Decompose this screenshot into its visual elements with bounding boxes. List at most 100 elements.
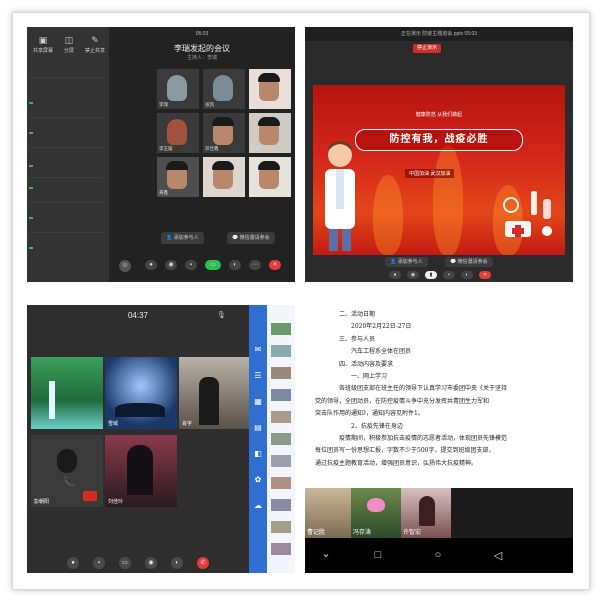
participant-tile[interactable]: 李玉璇: [157, 113, 199, 153]
chat-icon[interactable]: ✉: [252, 345, 264, 355]
chat-icon: 💬: [450, 259, 458, 265]
doc-line: 一、网上学习: [351, 373, 388, 381]
screen-share-icon[interactable]: ▭: [119, 557, 131, 569]
participant-tile[interactable]: 冯存涛: [351, 488, 401, 538]
screen-share-icon[interactable]: ▭: [205, 260, 221, 270]
person-silhouette: [419, 496, 435, 526]
hair: [212, 161, 234, 170]
add-participant-button[interactable]: 👤 添加参与人: [385, 257, 428, 267]
chat-thumbnail[interactable]: [271, 389, 291, 401]
recents-icon[interactable]: □: [371, 549, 385, 561]
mobile-meeting-panel: 04:37 🎙 雪域 肖宇 📞 彭朝阳 刘佳玲 ✉ ☰ ▦ ▤ ◧ ✿ ☁ ● …: [27, 305, 295, 573]
app-side-rail: ✉ ☰ ▦ ▤ ◧ ✿ ☁: [249, 305, 295, 573]
participant-tile[interactable]: 张凯: [203, 69, 245, 109]
participant-tile[interactable]: 刘阳: [203, 157, 245, 197]
folder-icon[interactable]: ▤: [252, 423, 264, 433]
contacts-icon[interactable]: ☰: [252, 371, 264, 381]
hangup-icon[interactable]: ✆: [197, 557, 209, 569]
back-icon[interactable]: ◁: [491, 549, 505, 562]
lotus-flower: [367, 498, 385, 512]
participant-tile[interactable]: 李瑞: [157, 69, 199, 109]
sidebar-divider: [31, 232, 103, 233]
doc-line: 汽车工程系全体在团员: [351, 348, 412, 356]
chat-thumbnail[interactable]: [271, 543, 291, 555]
mic-icon[interactable]: ◉: [165, 260, 177, 270]
participant-tile[interactable]: 陈子良: [249, 69, 291, 109]
participant-tile[interactable]: 📞 彭朝阳: [31, 435, 103, 507]
participant-tile[interactable]: 雪域: [105, 357, 177, 429]
flame-decor: [373, 175, 403, 255]
participant-tile[interactable]: 张宇: [249, 157, 291, 197]
avatar: [167, 75, 187, 101]
stop-presenting-button[interactable]: 停止演示: [413, 44, 442, 53]
participant-tile[interactable]: 黄鑫: [157, 157, 199, 197]
chat-thumbnail[interactable]: [271, 433, 291, 445]
mic-icon[interactable]: ◉: [145, 557, 157, 569]
participant-tile[interactable]: 曹记胜: [305, 488, 355, 538]
calendar-icon[interactable]: ▦: [252, 397, 264, 407]
chat-icon: 💬: [232, 235, 240, 241]
layout-icon: ◫: [64, 35, 74, 45]
sidebar-status-mark: [29, 217, 33, 219]
chat-thumbnail[interactable]: [271, 521, 291, 533]
poster-headline: 防控有我，战疫必胜: [355, 129, 523, 151]
camera-icon[interactable]: ▪: [185, 260, 197, 270]
sidebar-divider: [31, 202, 103, 203]
camera-icon[interactable]: ▪: [443, 271, 455, 279]
participant-tile[interactable]: 许智宏: [401, 488, 451, 538]
participant-tile[interactable]: [31, 357, 103, 429]
video-thumbnail-strip: 曹记胜 冯存涛 许智宏: [305, 488, 573, 538]
doc-line: 突击队作用的通知》，通知内容见附件1。: [315, 410, 424, 418]
settings-icon[interactable]: ✿: [252, 475, 264, 485]
hair: [258, 117, 280, 126]
chat-thumbnail[interactable]: [271, 323, 291, 335]
stop-share-button[interactable]: ✎ 禁止共享: [82, 33, 108, 59]
sidebar-divider: [31, 77, 103, 78]
hair: [258, 161, 280, 170]
doc-line: 通过抗疫主题教育活动，增强团员意识，弘扬伟大抗疫精神。: [315, 459, 478, 467]
participants-icon[interactable]: ●: [67, 557, 79, 569]
mic-status-icon: 🎙: [217, 312, 226, 319]
android-nav-bar: ⌄ □ ○ ◁: [305, 538, 573, 573]
add-participant-button[interactable]: 👤 添加参与人: [161, 232, 204, 244]
chat-thumbnail[interactable]: [271, 345, 291, 357]
wechat-invite-button[interactable]: 💬 微信邀请参会: [445, 257, 493, 267]
sidebar-status-mark: [29, 102, 33, 104]
hangup-icon[interactable]: ✕: [479, 271, 491, 279]
chevron-down-icon[interactable]: ⌄: [319, 547, 333, 560]
wechat-invite-button[interactable]: 💬 微信邀请参会: [227, 232, 275, 244]
chat-thumbnail[interactable]: [271, 499, 291, 511]
presentation-titlebar: 正在演示 防疫主题班会.pptx 05:03: [305, 27, 573, 41]
app-icon[interactable]: ◧: [252, 449, 264, 459]
chat-thumbnail[interactable]: [271, 411, 291, 423]
speaker-icon[interactable]: ◐: [461, 271, 473, 279]
screen-share-icon[interactable]: ▮: [425, 271, 437, 279]
chat-thumbnail[interactable]: [271, 367, 291, 379]
doc-line: 二、活动日期: [339, 311, 376, 318]
participant-tile[interactable]: 邓佳鑫: [203, 113, 245, 153]
share-screen-button[interactable]: ▣ 共享屏幕: [30, 33, 56, 59]
split-view-button[interactable]: ◫ 分屏: [56, 33, 82, 59]
home-icon[interactable]: ○: [431, 549, 445, 561]
hangup-icon[interactable]: ✕: [269, 260, 281, 270]
sidebar-divider: [31, 177, 103, 178]
camera-icon[interactable]: ▪: [93, 557, 105, 569]
chat-thumbnail[interactable]: [271, 477, 291, 489]
avatar: [213, 75, 233, 101]
participant-tile[interactable]: 刘佳玲: [105, 435, 177, 507]
speaker-icon[interactable]: ◐: [171, 557, 183, 569]
chat-thumbnail[interactable]: [271, 455, 291, 467]
participants-icon[interactable]: ●: [389, 271, 401, 279]
doctor-illustration: [325, 141, 355, 251]
participant-tile[interactable]: 王浩: [249, 113, 291, 153]
poster-slogan: 健康防范 从我们做起: [415, 112, 463, 118]
mic-icon[interactable]: ◉: [407, 271, 419, 279]
cloud-icon[interactable]: ☁: [252, 501, 264, 511]
more-icon[interactable]: ⋯: [249, 260, 261, 270]
add-user-icon: 👤: [390, 259, 398, 265]
speaker-icon[interactable]: ◐: [229, 260, 241, 270]
participant-tile[interactable]: 肖宇: [179, 357, 251, 429]
participants-icon[interactable]: ●: [145, 260, 157, 270]
profile-icon[interactable]: ☺: [119, 260, 131, 272]
mountain: [115, 403, 165, 417]
